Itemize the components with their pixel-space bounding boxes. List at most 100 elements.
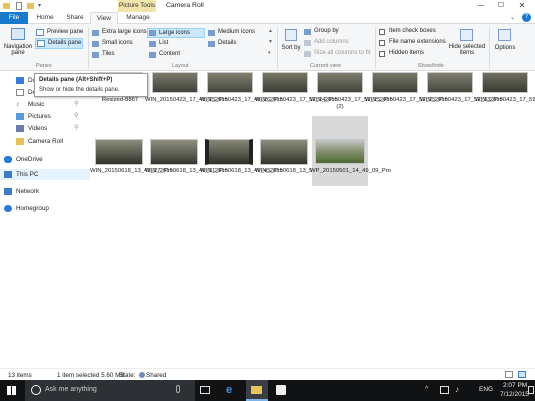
preview-pane-button[interactable]: Preview pane — [36, 28, 86, 38]
hide-selected-items-button[interactable]: Hide selected items — [448, 27, 486, 61]
file-item[interactable]: WIN_20150423_17_59_25_Pro — [475, 72, 535, 114]
state-value: Shared — [146, 372, 167, 379]
quick-access-properties-icon[interactable] — [16, 2, 22, 10]
large-icons-option[interactable]: Large icons — [147, 28, 205, 38]
preview-pane-label: Preview pane — [47, 29, 84, 35]
clock-date[interactable]: 7/12/2015 — [500, 391, 529, 398]
extra-large-icons-option[interactable]: Extra large icons — [92, 29, 147, 38]
navigation-pane-button[interactable]: Navigation pane — [2, 26, 34, 60]
file-item[interactable]: WIN_20150618_13_46_31_Pro — [145, 136, 228, 186]
details-pane-button[interactable]: Details pane — [35, 38, 83, 49]
file-thumbnail — [315, 139, 365, 164]
pin-icon[interactable]: ⚲ — [74, 111, 78, 122]
list-option[interactable]: List — [149, 40, 199, 49]
file-name: Resized-8867 — [101, 97, 139, 103]
nav-item-onedrive[interactable]: OneDrive — [0, 154, 90, 165]
volume-icon[interactable]: ♪ — [455, 385, 459, 394]
close-button[interactable]: ✕ — [515, 0, 529, 12]
file-item[interactable]: WIN_20150423_17_48_25_Pro — [145, 72, 228, 114]
folder-icon — [3, 3, 10, 9]
file-item-selected[interactable]: WP_20150501_14_49_09_Pro — [310, 116, 391, 186]
file-item[interactable]: WIN_20150618_13_43_27_Pro — [90, 136, 173, 186]
nav-item-this-pc[interactable]: This PC — [0, 169, 90, 180]
file-name: WIN_20150423_17_48_25_Pro — [145, 97, 228, 103]
onedrive-icon — [4, 156, 12, 163]
nav-item-music[interactable]: ♪ Music ⚲ — [0, 99, 90, 110]
chevron-up-icon[interactable]: ^ — [425, 386, 428, 393]
item-count: 13 items — [8, 372, 32, 379]
file-item[interactable]: WIN_20150618_13_54_48_Pro — [255, 136, 338, 186]
nav-item-network[interactable]: Network — [0, 186, 90, 197]
file-item[interactable]: WIN_20150423_17_52_33_Pro — [420, 72, 503, 114]
content-option[interactable]: Content — [149, 51, 199, 60]
pin-icon[interactable]: ⚲ — [74, 123, 78, 134]
maximize-button[interactable]: ☐ — [494, 0, 508, 12]
nav-item-camera-roll[interactable]: Camera Roll — [0, 136, 90, 147]
action-center-icon[interactable] — [528, 386, 534, 394]
details-view-toggle[interactable] — [505, 371, 513, 378]
tab-manage[interactable]: Manage — [120, 12, 156, 24]
videos-icon — [16, 125, 24, 132]
file-thumbnail — [262, 72, 308, 93]
file-item[interactable]: WIN_20150423_17_52_24_Pro — [255, 72, 338, 114]
nav-item-pictures[interactable]: Pictures ⚲ — [0, 111, 90, 122]
nav-item-label: OneDrive — [16, 156, 43, 163]
small-icons-option[interactable]: Small icons — [92, 40, 147, 49]
language-indicator[interactable]: ENG — [479, 386, 493, 393]
size-columns-icon — [304, 51, 311, 57]
search-input[interactable]: Ask me anything — [45, 386, 97, 393]
start-button[interactable] — [0, 380, 22, 401]
pin-icon[interactable]: ⚲ — [74, 99, 78, 110]
nav-item-homegroup[interactable]: Homegroup — [0, 203, 90, 214]
layout-scroll-up-icon[interactable]: ▲ — [268, 28, 273, 34]
hide-selected-icon — [460, 29, 473, 41]
file-item[interactable]: WIN_20150423_17_48_26_Pro — [200, 72, 283, 114]
minimize-button[interactable]: — — [474, 0, 488, 12]
nav-item-label: Network — [16, 188, 40, 195]
quick-access-dropdown-icon[interactable]: ▾ — [38, 2, 41, 9]
microphone-icon[interactable] — [176, 385, 180, 393]
file-name: WIN_20150423_17_52_25_Pro — [365, 97, 448, 103]
group-by-button[interactable]: Group by — [304, 28, 364, 37]
details-option[interactable]: Details — [208, 40, 258, 49]
file-name-extensions-option[interactable]: File name extensions — [379, 39, 447, 48]
show-hide-group-label: Show/hide — [418, 63, 444, 69]
collapse-ribbon-icon[interactable]: ⌄ — [510, 14, 515, 21]
size-columns-button[interactable]: Size all columns to fit — [304, 50, 376, 59]
pictures-icon — [16, 113, 24, 120]
add-columns-button[interactable]: Add columns — [304, 39, 364, 48]
file-item[interactable]: WIN_20150423_17_52_25_Pro (2) — [310, 72, 393, 114]
hidden-items-checkbox[interactable] — [379, 51, 385, 57]
network-tray-icon[interactable] — [440, 386, 449, 394]
medium-icons-option[interactable]: Medium icons — [208, 29, 266, 38]
file-name-extensions-checkbox[interactable] — [379, 40, 385, 46]
clock-time[interactable]: 2:07 PM — [503, 382, 527, 389]
search-box[interactable]: Ask me anything — [25, 380, 195, 401]
options-icon — [498, 29, 511, 41]
edge-icon[interactable]: e — [226, 384, 232, 396]
file-explorer-icon[interactable] — [246, 380, 268, 401]
selection-info: 1 item selected 5.60 MB — [57, 372, 125, 379]
title-bar: ▾ Picture Tools Camera Roll — ☐ ✕ — [0, 0, 535, 12]
hidden-items-option[interactable]: Hidden items — [379, 50, 447, 59]
tab-home[interactable]: Home — [30, 12, 60, 24]
file-item[interactable]: WIN_20150618_13_49_45_Pro — [200, 136, 283, 186]
list-label: List — [159, 40, 169, 46]
nav-item-videos[interactable]: Videos ⚲ — [0, 123, 90, 134]
tiles-option[interactable]: Tiles — [92, 51, 147, 60]
tab-share[interactable]: Share — [60, 12, 90, 24]
layout-scroll-down-icon[interactable]: ▼ — [268, 39, 273, 45]
sort-by-button[interactable]: Sort by — [280, 27, 302, 61]
tab-file[interactable]: File — [0, 12, 28, 24]
large-icons-view-toggle[interactable] — [518, 371, 526, 378]
item-check-boxes-checkbox[interactable] — [379, 29, 385, 35]
help-icon[interactable]: ? — [522, 13, 531, 22]
store-icon[interactable] — [276, 385, 286, 395]
quick-access-new-folder-icon[interactable] — [27, 3, 34, 9]
item-check-boxes-option[interactable]: Item check boxes — [379, 28, 447, 37]
layout-more-icon[interactable]: ▾ — [268, 50, 271, 56]
file-item[interactable]: WIN_20150423_17_52_25_Pro — [365, 72, 448, 114]
task-view-icon[interactable] — [200, 386, 210, 394]
options-button[interactable]: Options — [492, 27, 518, 61]
navigation-pane-label: Navigation pane — [3, 44, 33, 56]
